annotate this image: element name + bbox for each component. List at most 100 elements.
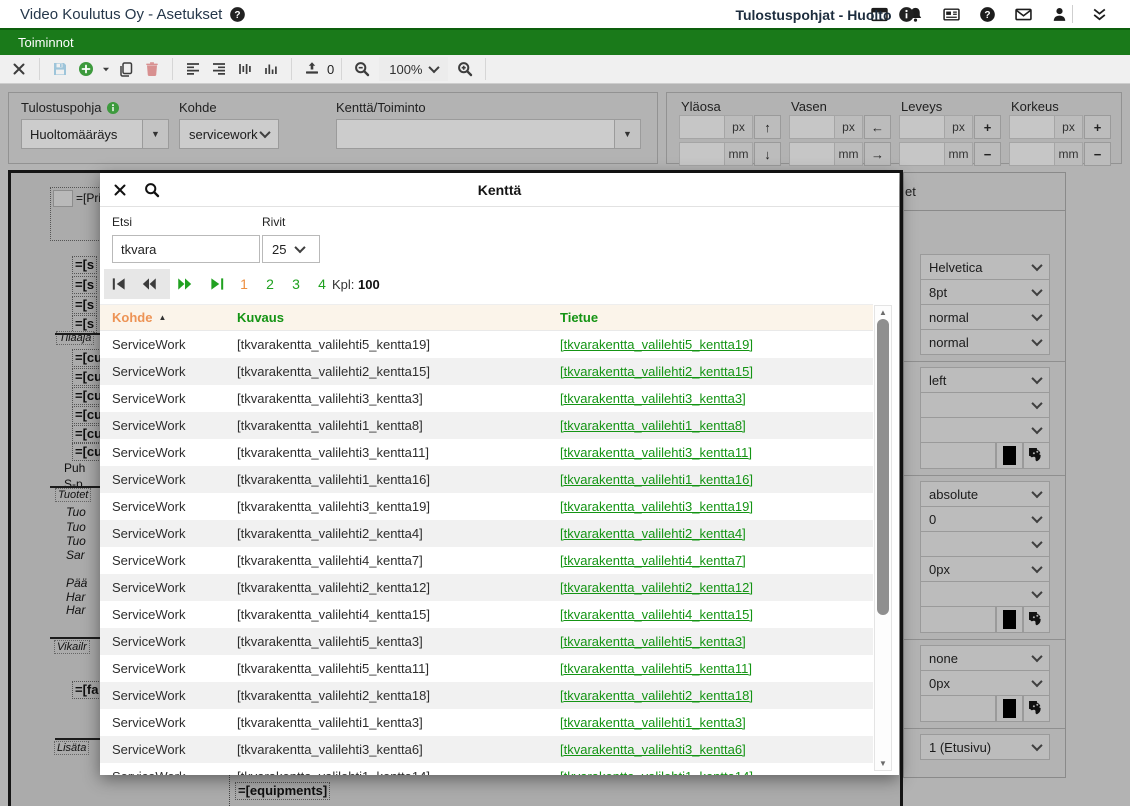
table-row[interactable]: ServiceWork [tkvarakentta_valilehti1_kent… (100, 709, 873, 736)
page-title-info-icon[interactable] (898, 6, 915, 23)
delete-button[interactable] (139, 57, 165, 81)
table-row[interactable]: ServiceWork [tkvarakentta_valilehti5_kent… (100, 628, 873, 655)
left-button[interactable]: ← (864, 115, 891, 139)
korkeus-px-input[interactable] (1009, 115, 1055, 139)
table-row[interactable]: ServiceWork [tkvarakentta_valilehti1_kent… (100, 412, 873, 439)
color-value-input[interactable] (920, 442, 996, 469)
color-swatch-button[interactable] (996, 695, 1023, 722)
cell-tietue-link[interactable]: [tkvarakentta_valilehti1_kentta3] (560, 715, 746, 730)
property-select[interactable]: normal (920, 304, 1050, 330)
template-info-icon[interactable] (106, 101, 120, 115)
leveys-mm-input[interactable] (899, 142, 945, 166)
cell-tietue-link[interactable]: [tkvarakentta_valilehti3_kentta6] (560, 742, 746, 757)
table-row[interactable]: ServiceWork [tkvarakentta_valilehti2_kent… (100, 682, 873, 709)
right-button[interactable]: → (864, 142, 891, 166)
table-row[interactable]: ServiceWork [tkvarakentta_valilehti3_kent… (100, 385, 873, 412)
property-select[interactable]: none (920, 645, 1050, 671)
scroll-up-icon[interactable]: ▲ (875, 308, 891, 317)
next-page-button[interactable] (176, 275, 194, 293)
bar-chart-button[interactable] (258, 57, 284, 81)
column-header-tietue[interactable]: Tietue (560, 310, 598, 325)
page-2-button[interactable]: 2 (258, 276, 282, 292)
previous-page-button[interactable] (140, 275, 158, 293)
cell-tietue-link[interactable]: [tkvarakentta_valilehti5_kentta11] (560, 661, 752, 676)
rows-per-page-select[interactable]: 25 (262, 235, 320, 263)
property-select[interactable]: 0 (920, 506, 1050, 532)
add-button[interactable] (73, 57, 99, 81)
cell-tietue-link[interactable]: [tkvarakentta_valilehti1_kentta8] (560, 418, 746, 433)
add-menu-caret[interactable] (99, 57, 113, 81)
field-value[interactable] (336, 119, 615, 149)
mail-icon[interactable] (1015, 6, 1032, 23)
cell-tietue-link[interactable]: [tkvarakentta_valilehti3_kentta11] (560, 445, 752, 460)
cell-tietue-link[interactable]: [tkvarakentta_valilehti3_kentta3] (560, 391, 746, 406)
cell-tietue-link[interactable]: [tkvarakentta_valilehti1_kentta16] (560, 472, 753, 487)
collapse-header-icon[interactable] (1091, 6, 1108, 23)
property-select[interactable] (920, 531, 1050, 557)
property-select[interactable]: 0px (920, 670, 1050, 696)
page-3-button[interactable]: 3 (284, 276, 308, 292)
property-select[interactable]: 8pt (920, 279, 1050, 305)
user-icon[interactable] (1051, 6, 1068, 23)
yläosa-px-input[interactable] (679, 115, 725, 139)
property-select[interactable] (920, 581, 1050, 607)
title-help-icon[interactable]: ? (229, 6, 246, 23)
property-select[interactable]: normal (920, 329, 1050, 355)
template-combobox[interactable]: Huoltomääräys ▼ (21, 119, 169, 149)
column-header-kohde[interactable]: Kohde ▲ (112, 310, 166, 325)
zoom-in-button[interactable] (452, 57, 478, 81)
palette-button[interactable] (1023, 442, 1050, 469)
vasen-px-input[interactable] (789, 115, 835, 139)
color-value-input[interactable] (920, 606, 996, 633)
up-button[interactable]: ↑ (754, 115, 781, 139)
save-button[interactable] (47, 57, 73, 81)
table-row[interactable]: ServiceWork [tkvarakentta_valilehti2_kent… (100, 520, 873, 547)
column-header-kuvaus[interactable]: Kuvaus (237, 310, 284, 325)
property-select[interactable] (920, 392, 1050, 418)
down-button[interactable]: ↓ (754, 142, 781, 166)
cell-tietue-link[interactable]: [tkvarakentta_valilehti2_kentta12] (560, 580, 753, 595)
close-dialog-icon[interactable] (112, 182, 128, 198)
cell-tietue-link[interactable]: [tkvarakentta_valilehti2_kentta18] (560, 688, 753, 703)
cell-tietue-link[interactable]: [tkvarakentta_valilehti4_kentta7] (560, 553, 746, 568)
target-select[interactable]: servicework (179, 119, 279, 149)
palette-button[interactable] (1023, 606, 1050, 633)
table-row[interactable]: ServiceWork [tkvarakentta_valilehti5_kent… (100, 655, 873, 682)
distribute-button[interactable] (232, 57, 258, 81)
copy-button[interactable] (113, 57, 139, 81)
search-icon[interactable] (144, 182, 160, 198)
cell-tietue-link[interactable]: [tkvarakentta_valilehti1_kentta14] (560, 769, 753, 775)
menu-toiminnot[interactable]: Toiminnot (18, 35, 74, 50)
scrollbar-thumb[interactable] (877, 319, 889, 615)
template-dropdown-button[interactable]: ▼ (143, 119, 169, 149)
yläosa-mm-input[interactable] (679, 142, 725, 166)
vasen-mm-input[interactable] (789, 142, 835, 166)
first-page-button[interactable] (110, 275, 128, 293)
scroll-down-icon[interactable]: ▼ (875, 759, 891, 768)
close-button[interactable] (6, 57, 32, 81)
table-row[interactable]: ServiceWork [tkvarakentta_valilehti1_kent… (100, 763, 873, 775)
leveys-px-input[interactable] (899, 115, 945, 139)
property-select[interactable]: 1 (Etusivu) (920, 734, 1050, 760)
color-swatch-button[interactable] (996, 442, 1023, 469)
last-page-button[interactable] (208, 275, 226, 293)
align-left-button[interactable] (180, 57, 206, 81)
table-scrollbar[interactable]: ▲ ▼ (874, 305, 892, 771)
table-row[interactable]: ServiceWork [tkvarakentta_valilehti2_kent… (100, 574, 873, 601)
table-row[interactable]: ServiceWork [tkvarakentta_valilehti4_kent… (100, 547, 873, 574)
upload-button[interactable] (299, 57, 325, 81)
page-1-button[interactable]: 1 (232, 276, 256, 292)
search-input[interactable] (112, 235, 260, 263)
color-swatch-button[interactable] (996, 606, 1023, 633)
field-dropdown-button[interactable]: ▼ (615, 119, 641, 149)
table-row[interactable]: ServiceWork [tkvarakentta_valilehti3_kent… (100, 439, 873, 466)
table-row[interactable]: ServiceWork [tkvarakentta_valilehti3_kent… (100, 493, 873, 520)
cell-tietue-link[interactable]: [tkvarakentta_valilehti5_kentta3] (560, 634, 746, 649)
plus-button[interactable]: + (974, 115, 1001, 139)
color-value-input[interactable] (920, 695, 996, 722)
table-row[interactable]: ServiceWork [tkvarakentta_valilehti5_kent… (100, 331, 873, 358)
zoom-out-button[interactable] (349, 57, 375, 81)
template-value[interactable]: Huoltomääräys (21, 119, 143, 149)
cell-tietue-link[interactable]: [tkvarakentta_valilehti2_kentta4] (560, 526, 746, 541)
korkeus-mm-input[interactable] (1009, 142, 1055, 166)
